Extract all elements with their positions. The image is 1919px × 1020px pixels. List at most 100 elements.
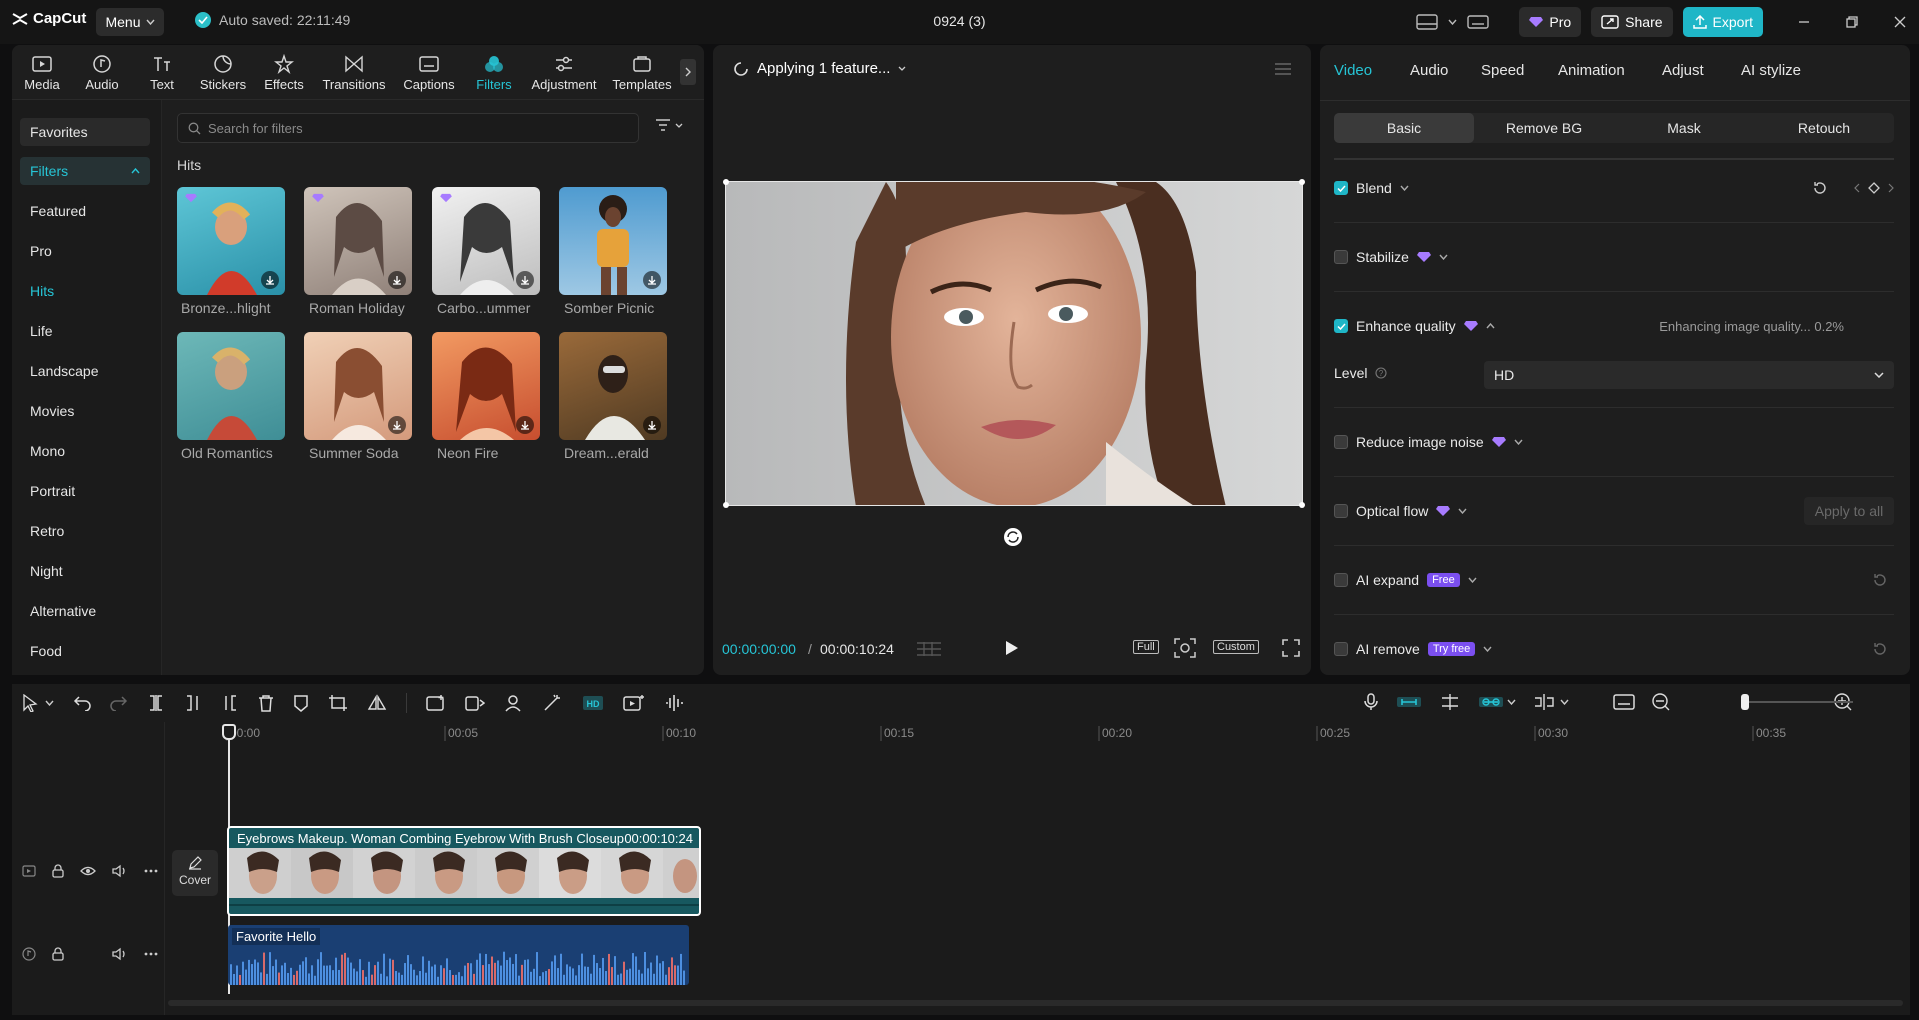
chevron-down-icon[interactable]: [1400, 185, 1409, 191]
tab-adjustment[interactable]: Adjustment: [524, 53, 604, 92]
magic-wand-icon[interactable]: [543, 694, 563, 712]
tab-transitions[interactable]: Transitions: [314, 53, 394, 92]
volume-icon[interactable]: [112, 864, 128, 878]
crop-handle[interactable]: [723, 502, 729, 508]
tab-ai-stylize[interactable]: AI stylize: [1741, 62, 1801, 79]
more-options-icon[interactable]: [144, 869, 158, 873]
caption-preview-icon[interactable]: [1613, 693, 1635, 711]
sidebar-item-mono[interactable]: Mono: [30, 443, 65, 459]
help-icon[interactable]: ?: [1375, 367, 1388, 379]
chevron-down-icon[interactable]: [1514, 439, 1523, 445]
favorites-button[interactable]: Favorites: [20, 118, 150, 146]
sidebar-item-retro[interactable]: Retro: [30, 523, 64, 539]
tab-audio[interactable]: Audio: [1410, 62, 1448, 79]
sidebar-item-movies[interactable]: Movies: [30, 403, 74, 419]
video-effect-icon[interactable]: [623, 694, 645, 712]
sidebar-item-hits[interactable]: Hits: [30, 283, 54, 299]
sort-filter-button[interactable]: [655, 118, 683, 132]
cover-button[interactable]: Cover: [172, 850, 218, 896]
close-icon[interactable]: [1893, 15, 1907, 29]
player-menu-icon[interactable]: [1275, 63, 1291, 75]
zoom-slider-track[interactable]: [1743, 701, 1853, 703]
subtab-remove-bg[interactable]: Remove BG: [1474, 113, 1614, 143]
sidebar-item-alternative[interactable]: Alternative: [30, 603, 96, 619]
download-icon[interactable]: [516, 416, 534, 434]
sidebar-item-life[interactable]: Life: [30, 323, 53, 339]
sidebar-item-food[interactable]: Food: [30, 643, 62, 659]
optical-flow-checkbox[interactable]: [1334, 504, 1348, 518]
hd-icon[interactable]: HD: [582, 694, 604, 712]
download-icon[interactable]: [388, 416, 406, 434]
share-button[interactable]: Share: [1591, 7, 1673, 37]
audio-clip[interactable]: Favorite Hello: [228, 925, 689, 985]
filter-thumbnail[interactable]: [559, 332, 667, 440]
chevron-down-icon[interactable]: [1458, 508, 1467, 514]
download-icon[interactable]: [516, 271, 534, 289]
remove-bg-icon[interactable]: [504, 694, 524, 712]
restore-icon[interactable]: [1845, 15, 1859, 29]
microphone-icon[interactable]: [1363, 693, 1379, 711]
tab-captions[interactable]: Captions: [394, 53, 464, 92]
filter-search-input[interactable]: [208, 114, 608, 142]
tab-templates[interactable]: Templates: [604, 53, 680, 92]
ai-remove-checkbox[interactable]: [1334, 642, 1348, 656]
timeline-scrollbar[interactable]: [168, 1000, 1903, 1006]
chevron-down-icon[interactable]: [1507, 699, 1516, 705]
snap-icon[interactable]: [1439, 693, 1461, 711]
tab-animation[interactable]: Animation: [1558, 62, 1625, 79]
blend-checkbox[interactable]: [1334, 181, 1348, 195]
sidebar-item-pro[interactable]: Pro: [30, 243, 52, 259]
redo-icon[interactable]: [110, 695, 128, 711]
download-icon[interactable]: [261, 271, 279, 289]
sidebar-item-portrait[interactable]: Portrait: [30, 483, 75, 499]
chevron-down-icon[interactable]: [1448, 19, 1457, 25]
chevron-down-icon[interactable]: [1439, 254, 1448, 260]
screenshot-icon[interactable]: [1174, 638, 1196, 658]
split-right-icon[interactable]: [221, 694, 239, 712]
player-status[interactable]: Applying 1 feature...: [733, 60, 906, 77]
crop-handle[interactable]: [1299, 179, 1305, 185]
crop-handle[interactable]: [1299, 502, 1305, 508]
filter-thumbnail[interactable]: [432, 332, 540, 440]
mark-icon[interactable]: [293, 694, 309, 712]
subtab-basic[interactable]: Basic: [1334, 113, 1474, 143]
subtab-retouch[interactable]: Retouch: [1754, 113, 1894, 143]
freeze-frame-icon[interactable]: [426, 694, 446, 712]
tools-scroll-right[interactable]: [680, 59, 696, 85]
lock-icon[interactable]: [52, 864, 64, 878]
zoom-out-icon[interactable]: [1652, 693, 1670, 711]
filter-thumbnail[interactable]: [177, 332, 285, 440]
filter-thumbnail[interactable]: [432, 187, 540, 295]
level-select[interactable]: HD: [1484, 361, 1894, 389]
tab-adjust[interactable]: Adjust: [1662, 62, 1704, 79]
subtab-mask[interactable]: Mask: [1614, 113, 1754, 143]
keyframe-icon[interactable]: [1868, 182, 1880, 194]
reset-icon[interactable]: [1872, 641, 1888, 657]
keyboard-icon[interactable]: [1467, 14, 1490, 30]
timeline-grid-icon[interactable]: [916, 641, 942, 657]
audio-wave-icon[interactable]: [664, 694, 684, 712]
tab-filters[interactable]: Filters: [464, 53, 524, 92]
apply-to-all-button[interactable]: Apply to all: [1804, 497, 1894, 525]
download-icon[interactable]: [388, 271, 406, 289]
chevron-up-icon[interactable]: [1486, 323, 1495, 329]
filter-thumbnail[interactable]: [559, 187, 667, 295]
sidebar-item-night[interactable]: Night: [30, 563, 63, 579]
playhead-handle[interactable]: [222, 724, 236, 740]
reverse-icon[interactable]: [465, 694, 485, 712]
tab-media[interactable]: Media: [12, 53, 72, 92]
export-button[interactable]: Export: [1682, 7, 1763, 37]
delete-icon[interactable]: [258, 694, 274, 712]
split-icon[interactable]: [147, 694, 165, 712]
split-left-icon[interactable]: [184, 694, 202, 712]
tab-speed[interactable]: Speed: [1481, 62, 1524, 79]
rotate-icon[interactable]: [1003, 527, 1023, 547]
mirror-icon[interactable]: [367, 694, 387, 712]
play-icon[interactable]: [1005, 640, 1019, 656]
crop-icon[interactable]: [328, 694, 348, 712]
layout-icon[interactable]: [1416, 14, 1439, 30]
stabilize-checkbox[interactable]: [1334, 250, 1348, 264]
fullscreen-icon[interactable]: [1282, 639, 1300, 657]
sidebar-item-landscape[interactable]: Landscape: [30, 363, 99, 379]
tab-text[interactable]: Text: [132, 53, 192, 92]
